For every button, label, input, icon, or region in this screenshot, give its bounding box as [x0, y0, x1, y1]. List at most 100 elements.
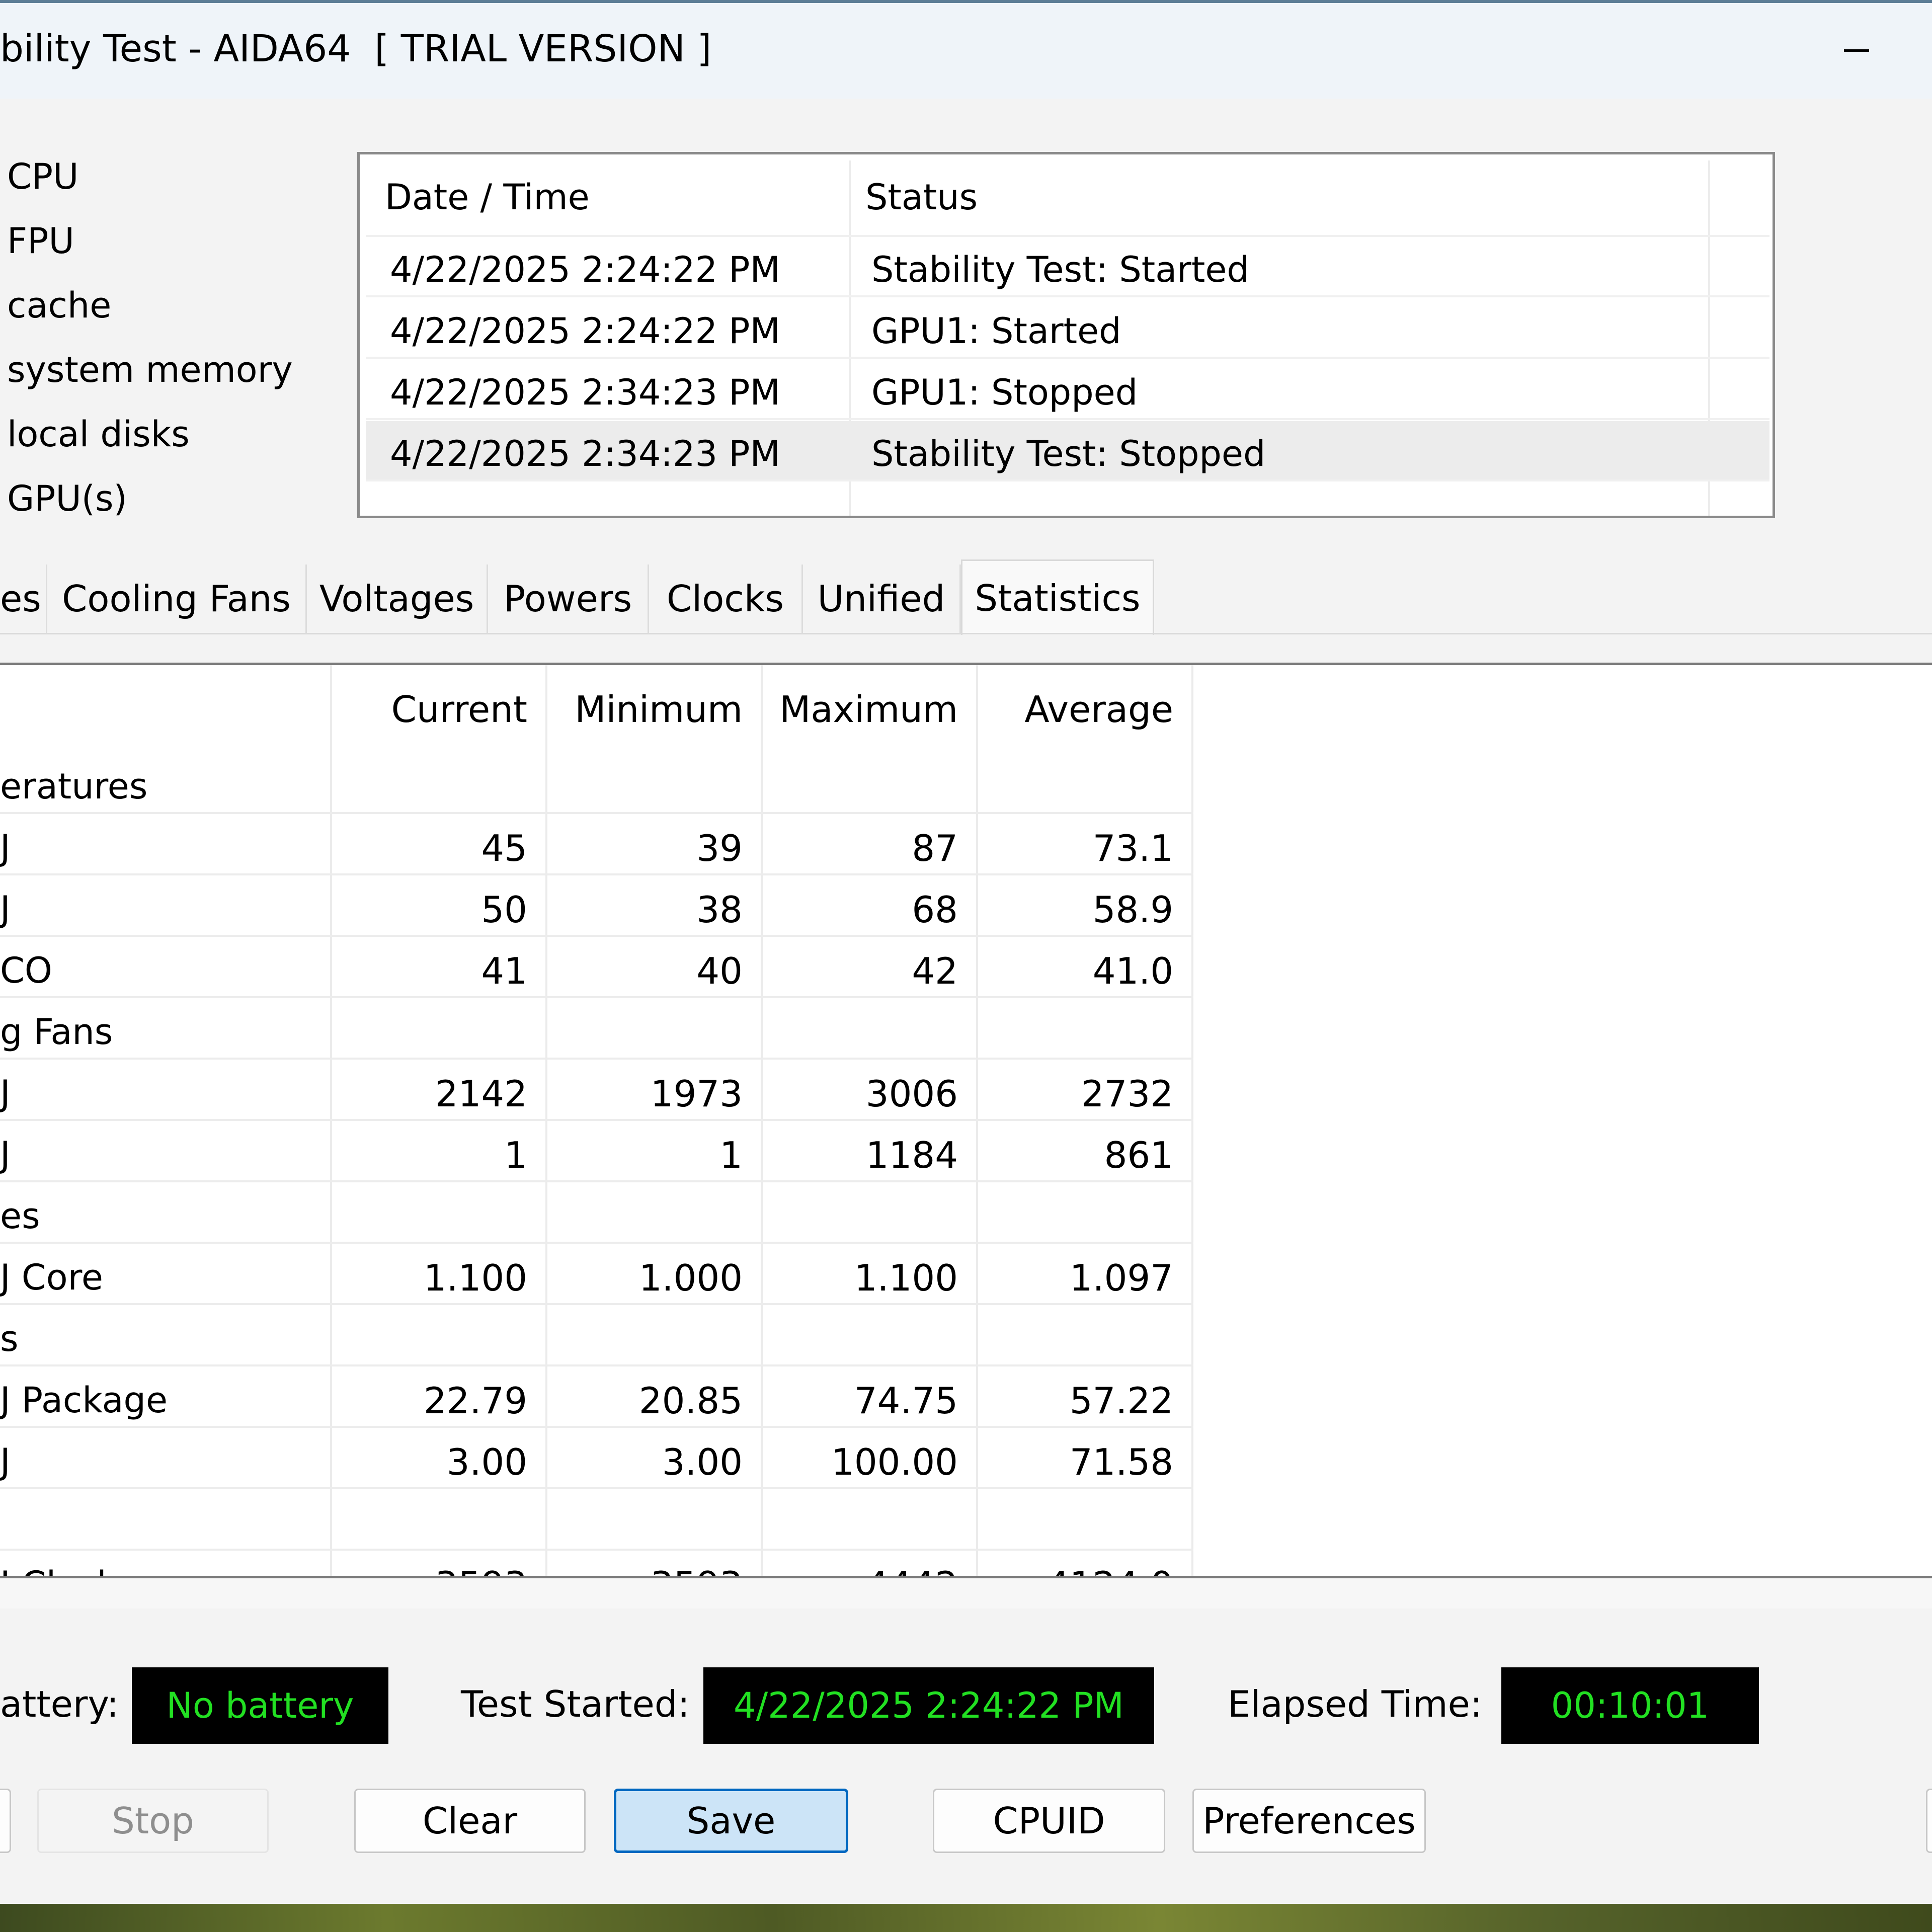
cell-current: 1 — [504, 1134, 527, 1176]
cell-current: 3.00 — [446, 1441, 527, 1483]
battery-readout: No battery — [132, 1667, 388, 1744]
log-status: GPU1: Stopped — [871, 372, 1138, 413]
row-label: g Fans — [0, 1011, 113, 1053]
tab-strip-border — [0, 633, 1932, 634]
table-row[interactable]: J 3.00 3.00 100.00 71.58 — [0, 1428, 1193, 1489]
statistics-table[interactable]: Current Minimum Maximum Average eratures… — [0, 663, 1932, 1578]
title-bar: bility Test - AIDA64 [ TRIAL VERSION ] — [0, 3, 1932, 99]
row-label: es — [0, 1195, 40, 1237]
table-row[interactable]: J Clock 3593 3593 4442 4124.0 — [0, 1551, 1193, 1576]
row-label: J — [0, 889, 11, 930]
table-row[interactable]: CO 41 40 42 41.0 — [0, 937, 1193, 998]
start-button[interactable] — [0, 1789, 11, 1853]
cell-current: 1.100 — [423, 1257, 527, 1299]
test-started-label: Test Started: — [461, 1683, 690, 1725]
header-maximum[interactable]: Maximum — [757, 688, 958, 731]
table-row[interactable]: J 1 1 1184 861 — [0, 1121, 1193, 1182]
table-row[interactable]: J 2142 1973 3006 2732 — [0, 1060, 1193, 1121]
cell-maximum: 68 — [912, 889, 958, 931]
cell-maximum: 3006 — [865, 1073, 958, 1115]
row-label: J Core — [0, 1257, 103, 1298]
row-label: CO — [0, 950, 52, 991]
header-current[interactable]: Current — [326, 688, 527, 731]
minimize-icon[interactable] — [1831, 3, 1882, 99]
log-status: Stability Test: Started — [871, 249, 1249, 290]
log-status: GPU1: Started — [871, 310, 1121, 352]
cell-maximum: 100.00 — [831, 1441, 958, 1483]
cell-current: 2142 — [435, 1073, 527, 1115]
tab-unified[interactable]: Unified — [803, 565, 961, 633]
cell-current: 45 — [481, 827, 527, 869]
cell-current: 22.79 — [423, 1380, 527, 1422]
log-header-date[interactable]: Date / Time — [385, 177, 590, 218]
section-row-cooling-fans[interactable]: g Fans — [0, 998, 1193, 1060]
row-label: J Clock — [0, 1564, 117, 1576]
table-row[interactable]: J 45 39 87 73.1 — [0, 814, 1193, 875]
log-date: 4/22/2025 2:24:22 PM — [390, 249, 780, 290]
cell-minimum: 1 — [719, 1134, 743, 1176]
test-option-system-memory[interactable]: system memory — [7, 349, 293, 390]
test-option-gpus[interactable]: GPU(s) — [7, 478, 127, 519]
tab-powers[interactable]: Powers — [488, 565, 649, 633]
cell-average: 4124.0 — [972, 1564, 1173, 1576]
cell-average: 57.22 — [1069, 1380, 1173, 1422]
row-label: J — [0, 1073, 11, 1114]
log-date: 4/22/2025 2:24:22 PM — [390, 310, 780, 352]
elapsed-time-readout: 00:10:01 — [1501, 1667, 1759, 1744]
table-row[interactable]: J Core 1.100 1.000 1.100 1.097 — [0, 1244, 1193, 1305]
log-row[interactable]: 4/22/2025 2:34:23 PM GPU1: Stopped — [366, 360, 1769, 420]
cell-maximum: 1184 — [865, 1134, 958, 1176]
log-row-selected[interactable]: 4/22/2025 2:34:23 PM Stability Test: Sto… — [366, 421, 1769, 481]
stop-button[interactable]: Stop — [37, 1789, 269, 1853]
section-row-temperatures[interactable]: eratures — [0, 753, 1193, 814]
cpuid-button[interactable]: CPUID — [933, 1789, 1165, 1853]
table-row[interactable]: J Package 22.79 20.85 74.75 57.22 — [0, 1366, 1193, 1428]
row-label: J — [0, 1441, 11, 1482]
table-row[interactable]: J 50 38 68 58.9 — [0, 875, 1193, 937]
cell-minimum: 3593 — [541, 1564, 743, 1576]
section-row-clocks[interactable] — [0, 1489, 1193, 1551]
log-header-status[interactable]: Status — [865, 177, 978, 218]
test-option-cache[interactable]: cache — [7, 285, 111, 326]
tab-statistics[interactable]: Statistics — [961, 559, 1154, 635]
save-button[interactable]: Save — [614, 1789, 848, 1853]
header-minimum[interactable]: Minimum — [541, 688, 743, 731]
cell-maximum: 74.75 — [854, 1380, 958, 1422]
cell-current: 50 — [481, 889, 527, 931]
test-option-local-disks[interactable]: local disks — [7, 414, 190, 455]
cell-average: 861 — [1104, 1134, 1173, 1176]
section-row-powers[interactable]: s — [0, 1305, 1193, 1366]
tab-temperatures[interactable]: es — [0, 565, 47, 633]
window-title: bility Test - AIDA64 [ TRIAL VERSION ] — [0, 27, 712, 70]
cell-minimum: 1.000 — [638, 1257, 743, 1299]
event-log-list[interactable]: Date / Time Status 4/22/2025 2:24:22 PM … — [357, 152, 1775, 518]
cell-minimum: 1973 — [650, 1073, 743, 1115]
header-average[interactable]: Average — [972, 688, 1173, 731]
row-label: s — [0, 1318, 19, 1359]
row-label: J — [0, 1134, 11, 1175]
log-date: 4/22/2025 2:34:23 PM — [390, 433, 780, 474]
cell-average: 1.097 — [1069, 1257, 1173, 1299]
battery-label: attery: — [0, 1683, 119, 1725]
cell-average: 41.0 — [1092, 950, 1173, 992]
clear-button[interactable]: Clear — [354, 1789, 586, 1853]
test-option-fpu[interactable]: FPU — [7, 220, 74, 262]
tab-voltages[interactable]: Voltages — [307, 565, 488, 633]
log-status: Stability Test: Stopped — [871, 433, 1266, 474]
horizontal-scrollbar[interactable] — [0, 1578, 1932, 1608]
section-row-voltages[interactable]: es — [0, 1182, 1193, 1244]
test-option-cpu[interactable]: CPU — [7, 156, 78, 197]
row-label: eratures — [0, 766, 148, 807]
close-button[interactable] — [1926, 1789, 1932, 1853]
cell-minimum: 40 — [696, 950, 743, 992]
cell-current: 41 — [481, 950, 527, 992]
cell-maximum: 1.100 — [854, 1257, 958, 1299]
log-row[interactable]: 4/22/2025 2:24:22 PM Stability Test: Sta… — [366, 237, 1769, 297]
tab-clocks[interactable]: Clocks — [649, 565, 803, 633]
log-date: 4/22/2025 2:34:23 PM — [390, 372, 780, 413]
cell-minimum: 20.85 — [638, 1380, 743, 1422]
log-row[interactable]: 4/22/2025 2:24:22 PM GPU1: Started — [366, 298, 1769, 359]
tab-cooling-fans[interactable]: Cooling Fans — [47, 565, 307, 633]
cell-average: 71.58 — [1069, 1441, 1173, 1483]
preferences-button[interactable]: Preferences — [1192, 1789, 1426, 1853]
